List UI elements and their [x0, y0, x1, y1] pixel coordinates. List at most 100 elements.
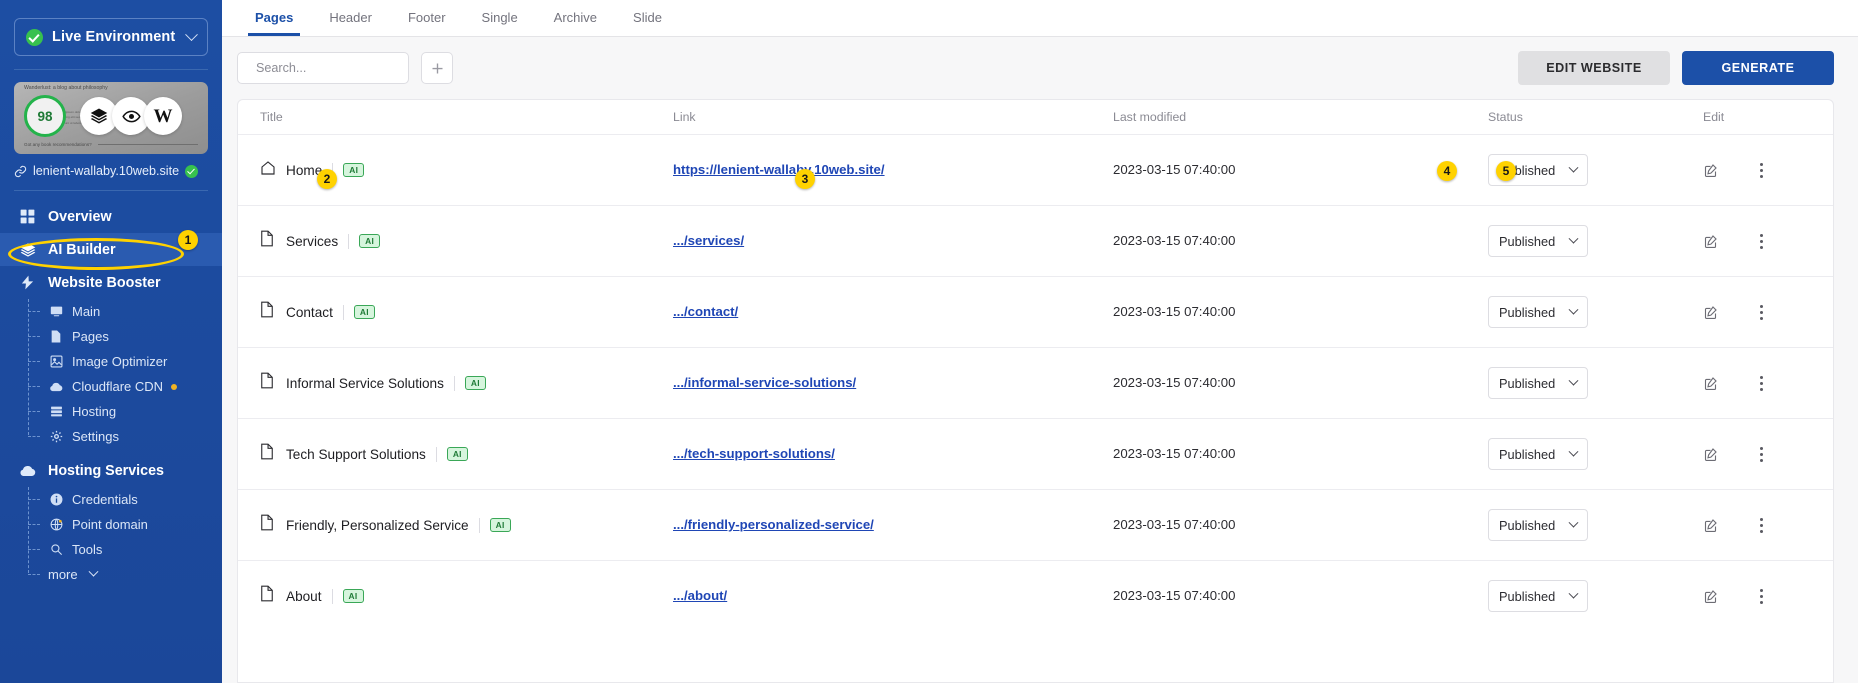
row-edit-button[interactable]	[1703, 163, 1718, 178]
row-title: Tech Support Solutions	[286, 446, 426, 462]
info-icon	[48, 493, 64, 506]
row-status-value: Published	[1499, 588, 1556, 604]
row-link[interactable]: https://lenient-wallaby.10web.site/	[673, 162, 885, 177]
site-preview-card[interactable]: Wanderlust: a blog about philosophy Lore…	[14, 82, 208, 154]
row-edit-button[interactable]	[1703, 518, 1718, 533]
tab-archive[interactable]: Archive	[536, 0, 615, 36]
link-icon	[14, 165, 27, 177]
tab-bar: Pages Header Footer Single Archive Slide	[222, 0, 1858, 37]
sidebar-item-hosting[interactable]: Hosting	[0, 399, 222, 424]
sidebar-item-website-booster[interactable]: Website Booster	[0, 266, 222, 299]
document-icon	[260, 301, 276, 323]
environment-selector[interactable]: Live Environment	[14, 18, 208, 56]
chevron-down-icon	[1568, 233, 1579, 244]
row-edit-button[interactable]	[1703, 376, 1718, 391]
row-link[interactable]: .../contact/	[673, 304, 738, 319]
sidebar-item-more[interactable]: more	[0, 562, 222, 587]
sidebar-item-tools[interactable]: Tools	[0, 537, 222, 562]
tab-footer[interactable]: Footer	[390, 0, 464, 36]
sidebar-item-point-domain[interactable]: Point domain	[0, 512, 222, 537]
sidebar-item-overview[interactable]: Overview	[0, 200, 222, 233]
hosting-submenu: Credentials Point domain Tools more	[0, 487, 222, 587]
row-title: Services	[286, 233, 339, 249]
row-status-select[interactable]: Published	[1488, 225, 1588, 257]
gear-icon	[48, 430, 64, 443]
row-status-select[interactable]: Published	[1488, 509, 1588, 541]
search-input[interactable]	[256, 61, 418, 75]
sidebar: Live Environment Wanderlust: a blog abou…	[0, 0, 222, 683]
sidebar-item-image-optimizer[interactable]: Image Optimizer	[0, 349, 222, 374]
row-status-value: Published	[1499, 375, 1556, 391]
annotation-badge-3: 3	[795, 169, 815, 189]
sidebar-subitem-label: Main	[72, 304, 101, 319]
row-status-value: Published	[1499, 446, 1556, 462]
row-link[interactable]: .../tech-support-solutions/	[673, 446, 835, 461]
table-body: Home AI https://lenient-wallaby.10web.site…	[238, 134, 1833, 631]
sidebar-item-hosting-services[interactable]: Hosting Services	[0, 454, 222, 487]
chevron-down-icon	[1568, 588, 1579, 599]
ai-badge: AI	[464, 375, 486, 391]
row-link[interactable]: .../about/	[673, 588, 727, 603]
row-link[interactable]: .../informal-service-solutions/	[673, 375, 856, 390]
bolt-icon	[18, 275, 37, 290]
image-icon	[48, 355, 64, 368]
environment-label: Live Environment	[52, 29, 176, 45]
row-status-value: Published	[1499, 304, 1556, 320]
wordpress-icon[interactable]: W	[144, 97, 182, 135]
row-last-modified: 2023-03-15 07:40:00	[1113, 162, 1236, 177]
column-header-edit: Edit	[1703, 110, 1725, 124]
ai-badge: AI	[489, 517, 511, 533]
row-more-menu-button[interactable]	[1760, 233, 1763, 249]
annotation-badge-2: 2	[317, 169, 337, 189]
row-status-select[interactable]: Published	[1488, 296, 1588, 328]
row-status-select[interactable]: Published	[1488, 580, 1588, 612]
row-last-modified: 2023-03-15 07:40:00	[1113, 233, 1236, 248]
row-more-menu-button[interactable]	[1760, 517, 1763, 533]
sidebar-item-pages[interactable]: Pages	[0, 324, 222, 349]
row-more-menu-button[interactable]	[1760, 304, 1763, 320]
add-page-button[interactable]	[421, 52, 453, 84]
row-more-menu-button[interactable]	[1760, 375, 1763, 391]
sidebar-item-cloudflare-cdn[interactable]: Cloudflare CDN	[0, 374, 222, 399]
column-header-last-modified: Last modified	[1113, 110, 1187, 124]
row-title: Informal Service Solutions	[286, 375, 444, 391]
row-status-select[interactable]: Published	[1488, 438, 1588, 470]
sidebar-item-credentials[interactable]: Credentials	[0, 487, 222, 512]
sidebar-nav: Overview AI Builder Website Booster Main…	[0, 200, 222, 587]
sidebar-divider-2	[14, 190, 208, 191]
tab-pages[interactable]: Pages	[237, 0, 311, 36]
row-last-modified: 2023-03-15 07:40:00	[1113, 517, 1236, 532]
site-url-label: lenient-wallaby.10web.site	[33, 164, 180, 178]
tab-single[interactable]: Single	[464, 0, 536, 36]
tab-header[interactable]: Header	[311, 0, 390, 36]
row-edit-button[interactable]	[1703, 234, 1718, 249]
sidebar-item-main[interactable]: Main	[0, 299, 222, 324]
booster-submenu: Main Pages Image Optimizer Cloudflare CD…	[0, 299, 222, 449]
sidebar-item-label: AI Builder	[48, 241, 116, 258]
table-row: Informal Service Solutions AI .../informal…	[238, 347, 1833, 418]
sidebar-subitem-label: Point domain	[72, 517, 148, 532]
sidebar-subitem-label: Image Optimizer	[72, 354, 168, 369]
sidebar-item-settings[interactable]: Settings	[0, 424, 222, 449]
row-status-select[interactable]: Published	[1488, 367, 1588, 399]
home-icon	[260, 160, 276, 181]
row-edit-button[interactable]	[1703, 305, 1718, 320]
column-header-link: Link	[673, 110, 696, 124]
site-url-link[interactable]: lenient-wallaby.10web.site	[14, 164, 208, 178]
site-preview-footer: Got any book recommendations?	[24, 142, 198, 147]
tab-slide[interactable]: Slide	[615, 0, 680, 36]
row-more-menu-button[interactable]	[1760, 588, 1763, 604]
row-edit-button[interactable]	[1703, 589, 1718, 604]
row-edit-button[interactable]	[1703, 447, 1718, 462]
row-more-menu-button[interactable]	[1760, 446, 1763, 462]
edit-website-button[interactable]: EDIT WEBSITE	[1518, 51, 1670, 85]
row-separator	[453, 375, 455, 391]
chevron-down-icon	[1568, 375, 1579, 386]
row-more-menu-button[interactable]	[1760, 162, 1763, 178]
row-link[interactable]: .../services/	[673, 233, 744, 248]
search-box[interactable]	[237, 52, 418, 84]
row-title: Contact	[286, 304, 333, 320]
row-link[interactable]: .../friendly-personalized-service/	[673, 517, 874, 532]
table-row: Tech Support Solutions AI .../tech-support…	[238, 418, 1833, 489]
generate-button[interactable]: GENERATE	[1682, 51, 1834, 85]
